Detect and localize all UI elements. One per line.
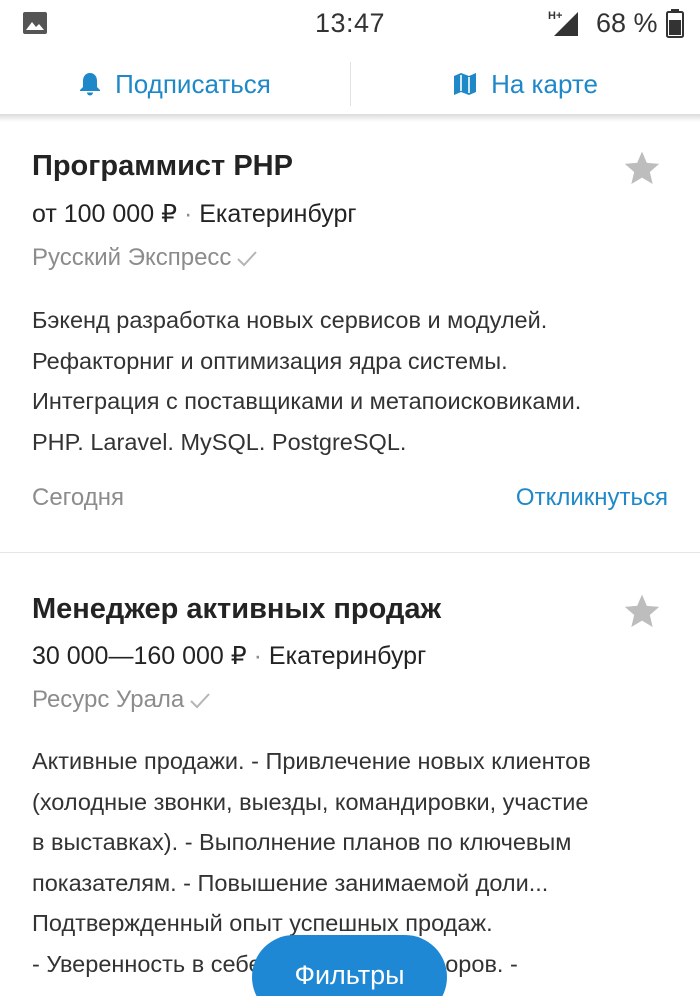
vacancy-description: Бэкенд разработка новых сервисов и модул… [32, 300, 682, 462]
salary-location: от 100 000 ₽ · Екатеринбург [32, 199, 357, 229]
salary: от 100 000 ₽ [32, 200, 177, 228]
star-icon[interactable] [622, 592, 662, 632]
description-line: Рефакторниг и оптимизация ядра системы. [32, 347, 508, 374]
description-line: Активные продажи. - Привлечение новых кл… [32, 748, 591, 774]
subscribe-label: Подписаться [115, 68, 271, 99]
status-bar: 13:47 H+ 68 % [0, 0, 700, 50]
verified-check-icon [190, 693, 211, 709]
separator-dot: · [183, 200, 193, 228]
salary-location: 30 000—160 000 ₽ · Екатеринбург [32, 641, 426, 671]
description-line: показателям. - Повышение занимаемой доли… [32, 869, 549, 896]
description-line: в выставках). - Выполнение планов по клю… [32, 829, 572, 855]
vacancy-card[interactable]: Программист PHP от 100 000 ₽ · Екатеринб… [0, 122, 700, 552]
network-type: H+ [548, 10, 562, 22]
filters-button[interactable]: Фильтры [252, 935, 447, 996]
description-line: (холодные звонки, выезды, командировки, … [32, 788, 589, 815]
description-line: Бэкенд разработка новых сервисов и модул… [32, 307, 548, 333]
company-name[interactable]: Ресурс Урала [32, 686, 212, 714]
star-icon[interactable] [622, 149, 662, 189]
map-icon [454, 73, 477, 95]
company-label: Ресурс Урала [32, 686, 185, 713]
clock: 13:47 [314, 8, 386, 38]
city: Екатеринбург [268, 642, 427, 670]
vacancy-title[interactable]: Программист PHP [32, 150, 293, 183]
salary: 30 000—160 000 ₽ [32, 642, 247, 670]
vacancy-card[interactable]: Менеджер активных продаж 30 000—160 000 … [0, 553, 700, 996]
description-line: Интеграция с поставщиками и метапоискови… [32, 388, 582, 414]
action-bar: Подписаться На карте [0, 54, 700, 116]
bell-icon [80, 73, 101, 96]
map-label: На карте [491, 68, 598, 99]
separator-dot: · [253, 642, 262, 670]
subscribe-button[interactable]: Подписаться [0, 54, 350, 114]
city: Екатеринбург [199, 200, 357, 228]
vacancy-title[interactable]: Менеджер активных продаж [32, 593, 441, 626]
signal-icon: H+ [548, 10, 578, 36]
posted-date: Сегодня [32, 484, 124, 511]
respond-button[interactable]: Откликнуться [516, 484, 668, 512]
battery-icon [666, 9, 684, 38]
verified-check-icon [237, 251, 258, 267]
map-button[interactable]: На карте [351, 54, 700, 114]
action-bar-shadow [0, 114, 700, 122]
company-label: Русский Экспресс [32, 244, 232, 271]
description-line: PHP. Laravel. MySQL. PostgreSQL. [32, 428, 407, 455]
company-name[interactable]: Русский Экспресс [32, 244, 259, 272]
battery-percent: 68 % [596, 8, 658, 38]
